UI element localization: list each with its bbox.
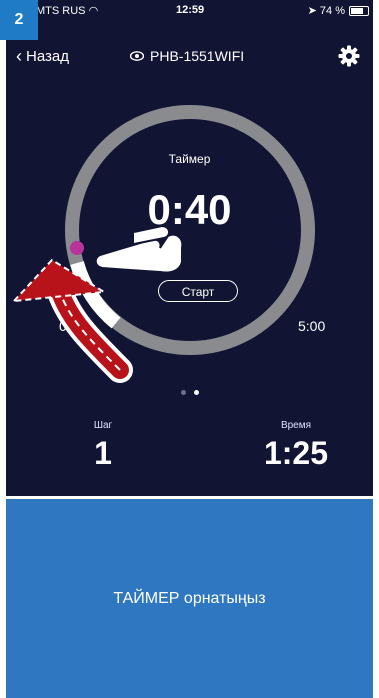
timer-label: Таймер: [168, 152, 211, 166]
phone-screenshot: MTS RUS ◠ 12:59 ➤ 74 % ‹ Назад PHB-1551W…: [6, 0, 373, 496]
time-label: Время: [280, 420, 312, 431]
wifi-icon: ◠: [88, 5, 99, 17]
time-stat: Время 1:25: [236, 420, 356, 472]
carrier-label: MTS RUS ◠: [36, 5, 99, 17]
timer-ring-progress: [70, 260, 121, 329]
step-label: Шаг: [93, 420, 113, 431]
gear-icon[interactable]: [337, 44, 361, 68]
timer-value: 0:40: [147, 186, 232, 233]
device-name: PHB-1551WIFI: [150, 48, 245, 64]
screen: MTS RUS ◠ 12:59 ➤ 74 % ‹ Назад PHB-1551W…: [0, 0, 379, 698]
step-badge: 2: [0, 0, 38, 40]
back-label: Назад: [26, 48, 69, 65]
clock: 12:59: [176, 4, 205, 16]
status-bar: MTS RUS ◠ 12:59 ➤ 74 %: [6, 0, 373, 20]
step-value: 1: [94, 435, 112, 471]
page-indicator[interactable]: [6, 382, 373, 400]
timer-max-label: 5:00: [298, 318, 326, 334]
nav-bar: ‹ Назад PHB-1551WIFI: [6, 44, 373, 74]
page-dot-active[interactable]: [193, 390, 199, 395]
step-stat: Шаг 1: [58, 420, 148, 472]
timer-dial[interactable]: Таймер 0:40 Старт 0:05 5:00: [6, 80, 373, 380]
back-button[interactable]: ‹ Назад: [16, 46, 69, 67]
device-title: PHB-1551WIFI: [130, 48, 244, 64]
eye-icon: [130, 51, 144, 61]
instruction-caption: ТАЙМЕР орнатыңыз: [6, 499, 373, 698]
time-value: 1:25: [263, 435, 329, 471]
location-arrow-icon: ➤: [307, 5, 317, 17]
timer-handle[interactable]: [70, 241, 84, 255]
start-button[interactable]: Старт: [158, 280, 238, 302]
battery-icon: [349, 6, 369, 16]
caption-text: ТАЙМЕР орнатыңыз: [113, 589, 266, 607]
page-dot[interactable]: [180, 390, 186, 395]
battery-percent: ➤ 74 %: [307, 5, 345, 17]
timer-min-label: 0:05: [59, 318, 87, 334]
chevron-left-icon: ‹: [16, 46, 22, 66]
